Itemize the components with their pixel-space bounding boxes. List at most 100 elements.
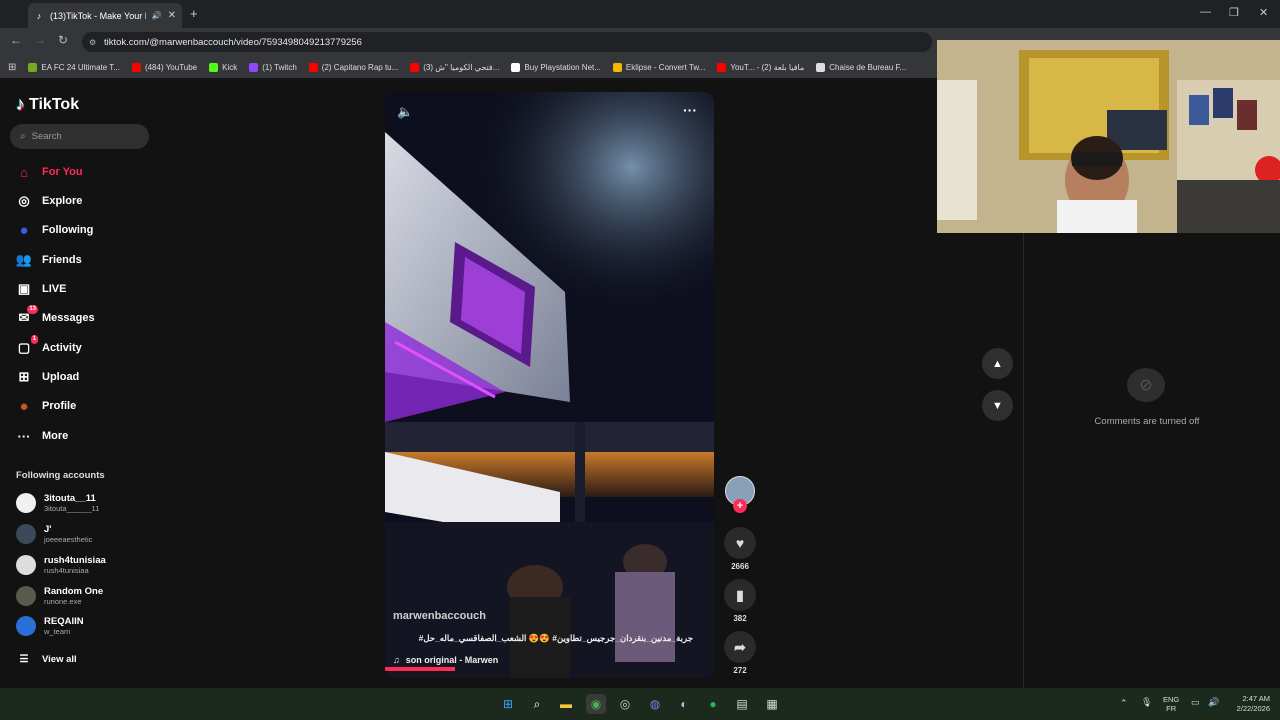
sidebar-item-label: Upload <box>42 371 80 383</box>
reload-icon[interactable]: ↻ <box>58 33 68 47</box>
bookmark-label: (2) Capitano Rap tu... <box>321 62 399 72</box>
sidebar-item-explore[interactable]: ◎ Explore <box>16 193 82 209</box>
sidebar-item-label: LIVE <box>42 283 67 295</box>
sidebar-item-upload[interactable]: ⊞ Upload <box>16 369 80 385</box>
chrome-icon[interactable]: ◉ <box>586 694 606 714</box>
account-text: REQAIIN w_team <box>44 616 84 636</box>
bookmark-item[interactable]: EA FC 24 Ultimate T... <box>28 62 120 72</box>
bookmark-item[interactable]: Buy Playstation Net... <box>511 62 601 72</box>
tiktok-logo[interactable]: ♪ TikTok <box>16 94 79 115</box>
spotify-icon[interactable]: ● <box>703 694 723 714</box>
view-all-label: View all <box>42 653 77 665</box>
new-tab-button[interactable]: + <box>190 6 198 21</box>
bookmark-item[interactable]: (484) YouTube <box>131 62 197 72</box>
clock[interactable]: 2:47 AM 2/22/2026 <box>1224 694 1270 714</box>
tab-close-icon[interactable]: ✕ <box>168 10 176 21</box>
upload-icon: ⊞ <box>18 369 30 384</box>
tab-title: (13)TikTok - Make Your Day <box>50 10 146 21</box>
sidebar-item-messages[interactable]: ✉ 13 Messages <box>16 305 95 326</box>
following-account[interactable]: REQAIIN w_team <box>16 616 84 636</box>
previous-video-button[interactable]: ▲ <box>982 348 1013 379</box>
tray-chevron-icon[interactable]: ⌃ <box>1120 698 1128 709</box>
following-avatar-icon: ● <box>19 221 29 239</box>
sidebar-item-live[interactable]: ▣ LIVE <box>16 281 67 297</box>
following-account[interactable]: rush4tunisiaa rush4tunisiaa <box>16 555 106 575</box>
avatar <box>16 524 36 544</box>
bookmark-favicon-icon <box>816 62 826 72</box>
sidebar-item-activity[interactable]: ▢ 1 Activity <box>16 335 82 356</box>
app-icon-2[interactable]: ▤ <box>732 694 752 714</box>
bookmark-item[interactable]: Chaise de Bureau F... <box>816 62 907 72</box>
network-icon[interactable]: ▭ <box>1191 697 1200 708</box>
bookmark-label: Chaise de Bureau F... <box>829 62 907 72</box>
apps-grid-icon[interactable]: ⊞ <box>8 62 16 73</box>
bookmark-favicon-icon <box>131 62 141 72</box>
taskbar-search-icon[interactable]: ⌕ <box>527 694 547 714</box>
following-account[interactable]: Random One runone.exe <box>16 586 103 606</box>
video-more-icon[interactable]: ··· <box>683 102 697 118</box>
video-caption: جربة_مدنين_بنقردان_جرجيس_تطاوين# 😍😍 الشع… <box>418 633 693 643</box>
notification-badge: 13 <box>27 305 38 314</box>
site-info-icon[interactable]: ⚙ <box>89 38 96 47</box>
bookmark-label: EA FC 24 Ultimate T... <box>41 62 120 72</box>
maximize-icon[interactable]: ❐ <box>1229 6 1239 19</box>
bookmark-favicon-icon <box>511 62 521 72</box>
bookmark-favicon-icon <box>410 62 420 72</box>
sidebar-item-more[interactable]: ··· More <box>16 428 69 444</box>
share-count: 272 <box>733 666 747 675</box>
app-icon[interactable]: ◎ <box>615 694 635 714</box>
account-text: Random One runone.exe <box>44 586 103 606</box>
windows-start-icon[interactable]: ⊞ <box>498 694 518 714</box>
account-text: rush4tunisiaa rush4tunisiaa <box>44 555 106 575</box>
search-input[interactable]: ⌕ Search <box>10 124 149 149</box>
url-field[interactable]: ⚙ tiktok.com/@marwenbaccouch/video/75934… <box>82 32 932 52</box>
back-icon[interactable]: ← <box>10 33 22 47</box>
like-button[interactable]: ♥ 2666 <box>724 527 756 571</box>
account-text: 3itouta__11 3itouta______11 <box>44 493 99 513</box>
discord-icon[interactable]: ◍ <box>645 694 665 714</box>
microphone-icon[interactable]: 🎙 <box>1141 697 1152 708</box>
file-explorer-icon[interactable]: ▬ <box>556 694 576 714</box>
bookmark-icon: ▮ <box>724 579 756 611</box>
following-account[interactable]: J' joeeeaesthetic <box>16 524 92 544</box>
video-author[interactable]: marwenbaccouch <box>393 610 486 622</box>
browser-tab[interactable]: ♪ (13)TikTok - Make Your Day 🔊 ✕ <box>28 3 182 28</box>
following-account[interactable]: 3itouta__11 3itouta______11 <box>16 493 99 513</box>
messages-icon: ✉ 13 <box>18 305 38 325</box>
bookmark-item[interactable]: Kick <box>209 62 237 72</box>
share-button[interactable]: ➦ 272 <box>724 631 756 675</box>
minimize-icon[interactable]: — <box>1200 6 1211 18</box>
follow-plus-icon[interactable]: + <box>733 499 747 513</box>
sidebar-item-following[interactable]: ● Following <box>16 221 93 239</box>
clock-date: 2/22/2026 <box>1236 704 1270 713</box>
forward-icon[interactable]: → <box>34 33 46 47</box>
save-button[interactable]: ▮ 382 <box>724 579 756 623</box>
avatar <box>16 616 36 636</box>
bookmark-item[interactable]: Eklipse - Convert Tw... <box>612 62 705 72</box>
epic-games-icon[interactable]: ▦ <box>762 694 782 714</box>
volume-icon[interactable]: 🔈 <box>397 104 413 120</box>
avatar <box>16 555 36 575</box>
chevron-down-icon: ▼ <box>992 399 1003 412</box>
sidebar-item-label: For You <box>42 166 83 178</box>
bookmark-item[interactable]: YouT... - مافيا بلعة (2) <box>717 62 804 72</box>
speaker-icon[interactable]: 🔊 <box>1208 697 1219 708</box>
tab-audio-icon[interactable]: 🔊 <box>152 11 162 20</box>
next-video-button[interactable]: ▼ <box>982 390 1013 421</box>
sidebar-item-for-you[interactable]: ⌂ For You <box>16 164 83 180</box>
bookmark-item[interactable]: (2) Capitano Rap tu... <box>308 62 399 72</box>
video-player[interactable]: 🔈 ··· marwenbaccouch جربة_مدنين_بنقردان_… <box>385 92 714 678</box>
steam-icon[interactable]: ◐ <box>674 694 694 714</box>
bookmark-item[interactable]: (3) فتحي الكوميا "ش... <box>410 62 499 72</box>
language-indicator[interactable]: ENG FR <box>1163 695 1179 713</box>
account-text: J' joeeeaesthetic <box>44 524 92 544</box>
close-window-icon[interactable]: ✕ <box>1259 6 1268 19</box>
compass-icon: ◎ <box>18 193 30 208</box>
view-all-link[interactable]: ☰ View all <box>16 651 77 667</box>
video-sound[interactable]: ♫ son original - Marwen <box>393 655 498 665</box>
author-avatar-button[interactable]: + <box>724 476 756 513</box>
sidebar-item-friends[interactable]: 👥 Friends <box>16 252 82 268</box>
sidebar-item-profile[interactable]: ● Profile <box>16 398 76 415</box>
bookmark-item[interactable]: (1) Twitch <box>249 62 297 72</box>
windows-taskbar <box>0 688 1280 720</box>
